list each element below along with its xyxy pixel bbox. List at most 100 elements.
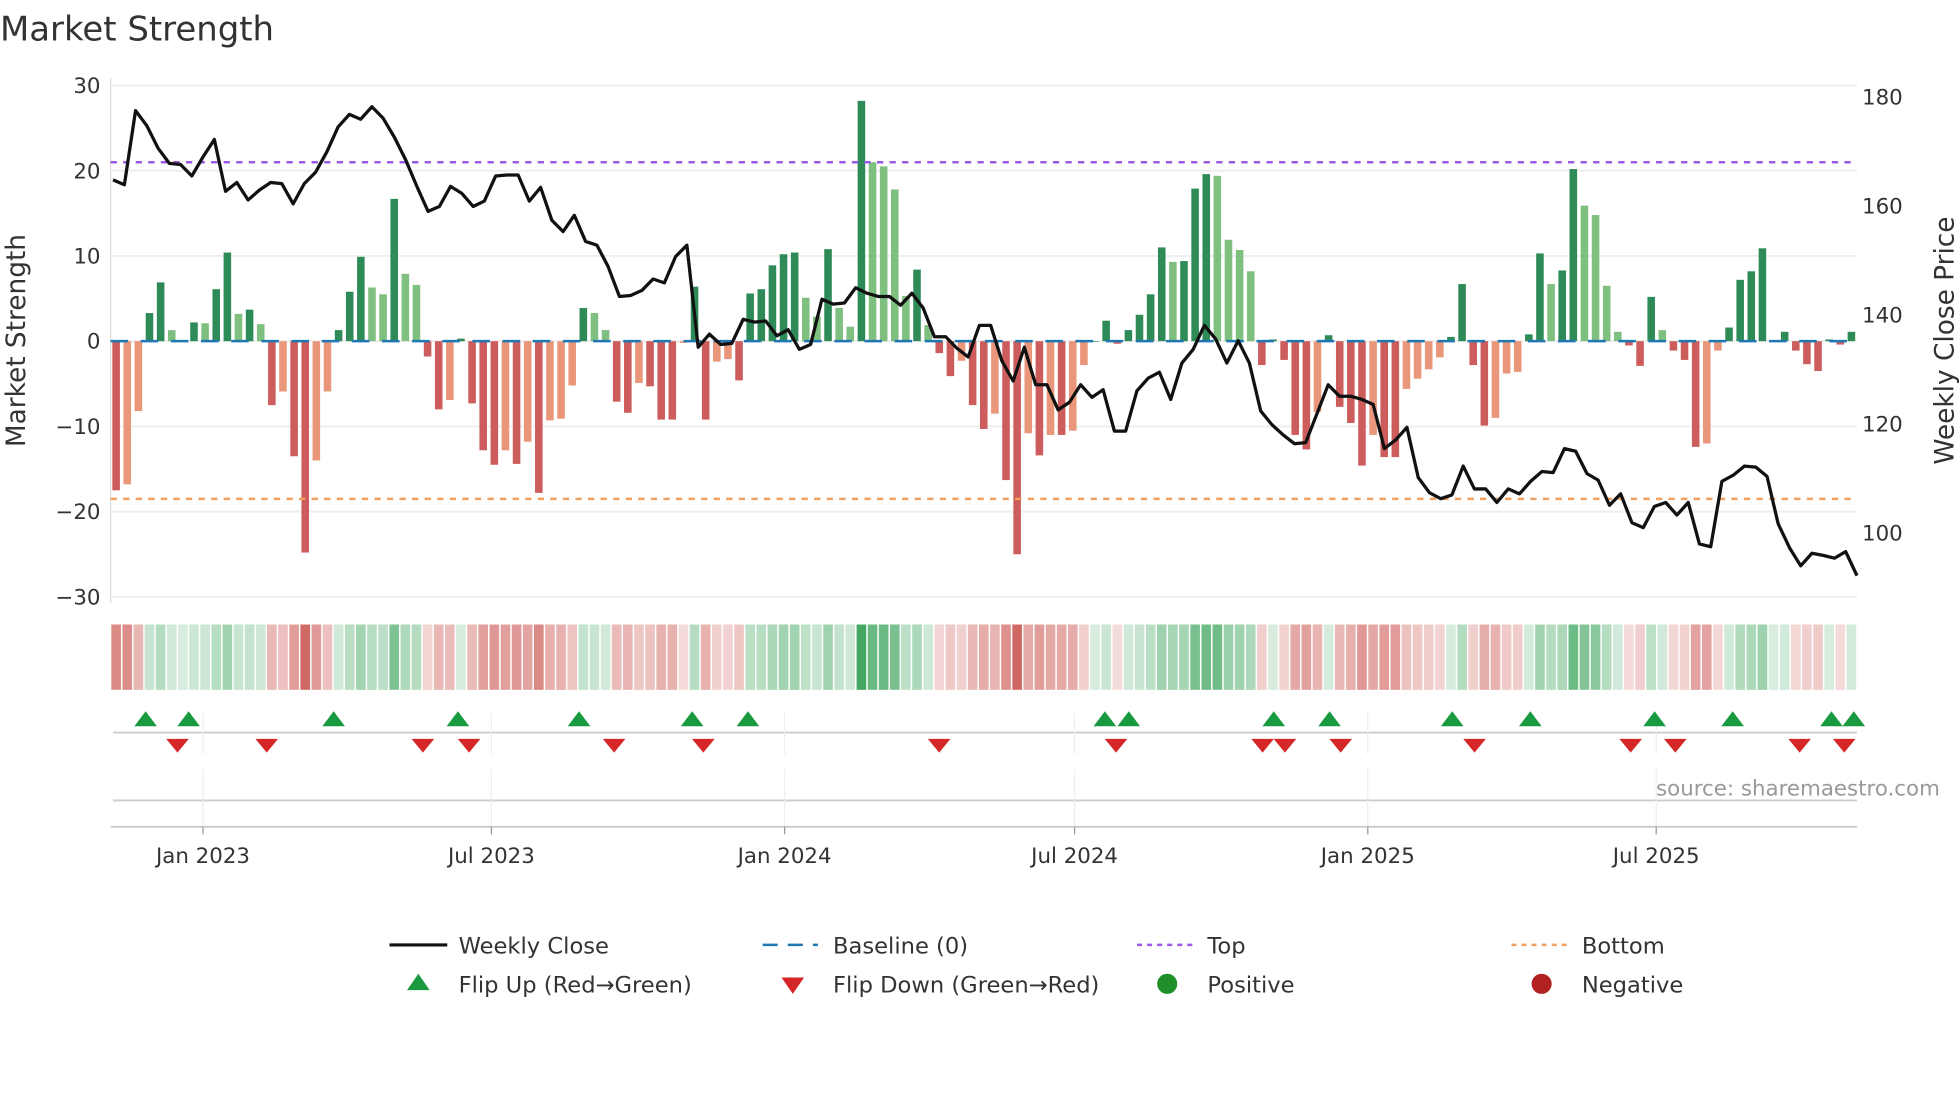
strength-bar: [1803, 341, 1811, 365]
flip-markers-panel: [113, 711, 1866, 827]
strength-bar: [501, 341, 510, 451]
strip-cell: [1312, 624, 1323, 690]
strength-bar: [568, 341, 576, 386]
strength-bar: [301, 341, 310, 553]
strip-cell: [133, 624, 144, 690]
strength-bar: [1736, 279, 1744, 342]
strength-bar: [1647, 296, 1655, 342]
strength-bar: [201, 323, 209, 342]
strength-bar: [746, 293, 754, 342]
strength-bar: [535, 341, 543, 493]
strip-cell: [1813, 624, 1823, 690]
strength-bar: [1580, 205, 1589, 342]
y-tick-label: 0: [87, 330, 101, 355]
strip-cell: [1201, 624, 1212, 690]
strength-bar: [379, 294, 387, 342]
strength-bar: [134, 341, 143, 412]
strength-bar: [145, 313, 154, 342]
strip-cell: [923, 624, 933, 690]
strength-bar: [1780, 331, 1789, 342]
strength-bar: [212, 289, 221, 342]
strength-bar: [1691, 341, 1700, 447]
flip-down-marker: [411, 738, 435, 753]
strength-bar: [245, 309, 254, 342]
strip-cell: [1357, 624, 1367, 690]
strip-cell: [1423, 624, 1434, 690]
strip-cell: [1412, 624, 1423, 690]
strip-cell: [834, 624, 844, 690]
strip-cell: [1624, 624, 1634, 690]
strength-bar: [790, 252, 799, 342]
strip-cell: [411, 624, 422, 690]
strength-bar: [312, 341, 321, 461]
legend-flip-up: Flip Up (Red→Green): [459, 973, 692, 999]
y2-tick-label: 100: [1862, 522, 1903, 547]
strength-bar: [357, 256, 365, 342]
strip-cell: [1156, 624, 1167, 690]
strength-bar: [1714, 341, 1722, 351]
y-tick-label: −30: [55, 585, 100, 610]
strength-bar: [234, 313, 243, 342]
strip-cell: [901, 624, 911, 690]
y2-tick-label: 120: [1862, 413, 1903, 438]
legend: Weekly Close Baseline (0) Top Bottom Fli…: [389, 934, 1683, 999]
flip-down-marker: [1832, 738, 1856, 753]
strip-cell: [1446, 624, 1456, 690]
strength-bar: [868, 162, 877, 342]
strength-bar: [1725, 327, 1733, 342]
strip-cell: [1179, 624, 1189, 690]
strength-bar: [701, 341, 710, 420]
legend-flip-down: Flip Down (Green→Red): [833, 973, 1099, 999]
strength-bar: [579, 307, 588, 342]
flip-down-marker: [166, 738, 189, 753]
strength-bar: [1558, 270, 1566, 342]
strip-cell: [1379, 624, 1390, 690]
strip-cell: [1435, 624, 1445, 690]
strip-cell: [1835, 624, 1846, 690]
strip-cell: [534, 624, 544, 690]
strip-cell: [1034, 624, 1045, 690]
strip-cell: [867, 624, 878, 690]
strip-cell: [1101, 624, 1111, 690]
flip-up-marker: [322, 711, 345, 727]
strength-bar: [223, 252, 232, 342]
y-tick-label: 10: [73, 244, 100, 269]
strip-cell: [1657, 624, 1668, 690]
flip-down-marker: [255, 738, 279, 753]
strength-bar: [1347, 341, 1355, 423]
strength-bar: [779, 254, 788, 342]
strip-cell: [1001, 624, 1011, 690]
flip-up-marker: [1117, 711, 1141, 727]
y2-axis-label: Weekly Close Price: [1931, 216, 1960, 464]
strip-cell: [1646, 624, 1656, 690]
legend-negative: Negative: [1582, 973, 1683, 999]
strength-bar: [1458, 284, 1466, 342]
strength-bar: [624, 341, 632, 413]
strip-cell: [344, 624, 355, 690]
strength-bar: [1235, 249, 1244, 342]
legend-bottom: Bottom: [1582, 934, 1665, 960]
strip-cell: [456, 624, 466, 690]
strength-bar: [1258, 341, 1266, 366]
strip-cell: [567, 624, 578, 690]
strip-cell: [1045, 624, 1056, 690]
strip-cell: [556, 624, 566, 690]
strip-cell: [522, 624, 533, 690]
strip-cell: [623, 624, 633, 690]
x-tick-label: Jul 2024: [1029, 844, 1118, 869]
flip-down-marker: [692, 738, 715, 753]
strip-cell: [511, 624, 522, 690]
strength-bar: [490, 341, 499, 465]
strength-bar: [334, 330, 343, 342]
strip-cell: [1790, 624, 1801, 690]
strength-bar: [668, 341, 677, 420]
flip-up-marker: [1262, 711, 1286, 727]
strip-cell: [856, 624, 867, 690]
strip-cell: [1268, 624, 1278, 690]
strength-bar: [1658, 330, 1667, 342]
flip-down-marker: [1619, 738, 1643, 753]
strength-bar: [290, 341, 298, 457]
strip-cell: [1824, 624, 1834, 690]
strip-cell: [389, 624, 400, 690]
strip-cell: [1090, 624, 1100, 690]
